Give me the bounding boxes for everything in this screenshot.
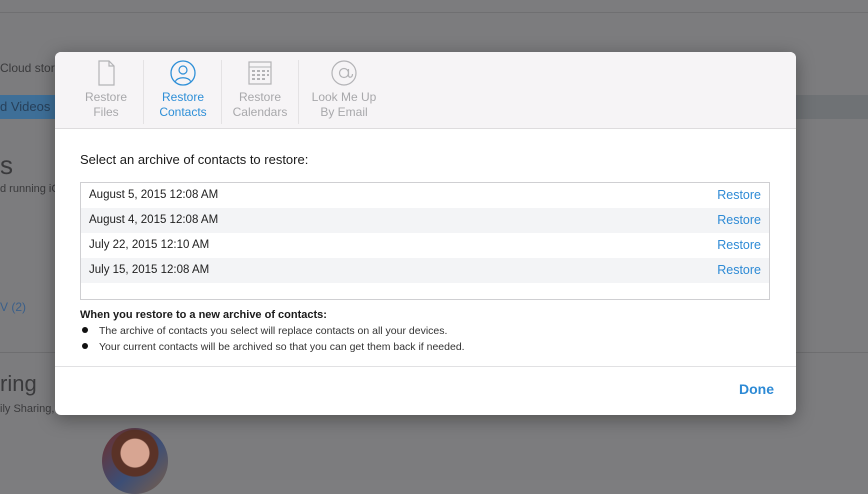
note-bullet: The archive of contacts you select will … — [82, 325, 447, 337]
table-row: August 4, 2015 12:08 AM Restore — [81, 208, 769, 233]
bullet-dot — [82, 327, 88, 333]
done-button[interactable]: Done — [739, 381, 774, 397]
bullet-dot — [82, 343, 88, 349]
background-divider — [0, 12, 868, 13]
note-bullet-text: The archive of contacts you select will … — [99, 325, 448, 337]
restore-dialog: Restore Files Restore Contacts Restore C… — [55, 52, 796, 415]
dialog-footer: Done — [55, 366, 796, 415]
note-title: When you restore to a new archive of con… — [80, 309, 327, 321]
background-sharing-heading: ring — [0, 371, 37, 396]
note-bullet-text: Your current contacts will be archived s… — [99, 341, 465, 353]
at-sign-icon — [331, 60, 357, 86]
background-running-text: d running iC — [0, 183, 60, 195]
restore-link[interactable]: Restore — [717, 238, 761, 252]
restore-link[interactable]: Restore — [717, 188, 761, 202]
restore-link[interactable]: Restore — [717, 263, 761, 277]
table-row: July 22, 2015 12:10 AM Restore — [81, 233, 769, 258]
tab-label-line1: Restore — [238, 90, 282, 104]
contacts-icon — [170, 60, 196, 86]
archive-date: August 4, 2015 12:08 AM — [89, 214, 219, 226]
file-icon — [98, 60, 115, 86]
tab-label-line2: Contacts — [159, 105, 207, 119]
table-row: July 15, 2015 12:08 AM Restore — [81, 258, 769, 283]
tab-label-line1: Restore — [161, 90, 205, 104]
archive-date: August 5, 2015 12:08 AM — [89, 189, 219, 201]
toolbar-separator — [298, 60, 299, 124]
tab-look-me-up-by-email[interactable]: Look Me Up By Email — [303, 52, 385, 128]
tab-label-line2: Files — [93, 105, 119, 119]
tab-label-line2: By Email — [320, 105, 368, 119]
background-cloud-storage-text: Cloud stora — [0, 61, 62, 75]
table-row: August 5, 2015 12:08 AM Restore — [81, 183, 769, 208]
background-videos-tab: d Videos — [0, 95, 59, 119]
toolbar-separator — [143, 60, 144, 124]
calendar-icon — [248, 61, 272, 85]
tab-label-line1: Restore — [84, 90, 128, 104]
tab-restore-calendars[interactable]: Restore Calendars — [226, 52, 294, 128]
restore-link[interactable]: Restore — [717, 213, 761, 227]
tab-restore-files[interactable]: Restore Files — [73, 52, 139, 128]
restore-prompt: Select an archive of contacts to restore… — [80, 152, 309, 167]
restore-toolbar: Restore Files Restore Contacts Restore C… — [55, 52, 796, 129]
note-bullet: Your current contacts will be archived s… — [82, 341, 465, 353]
archive-date: July 22, 2015 12:10 AM — [89, 239, 210, 251]
avatar — [102, 428, 168, 494]
background-family-sharing-text: ily Sharing, — [0, 403, 55, 415]
archive-list: August 5, 2015 12:08 AM Restore August 4… — [80, 182, 770, 300]
tab-label-line1: Look Me Up — [311, 90, 377, 104]
toolbar-separator — [221, 60, 222, 124]
background-heading: s — [0, 150, 13, 180]
tab-restore-contacts[interactable]: Restore Contacts — [149, 52, 217, 128]
archive-date: July 15, 2015 12:08 AM — [89, 264, 210, 276]
background-link: V (2) — [0, 300, 27, 314]
tab-label-line2: Calendars — [232, 105, 288, 119]
